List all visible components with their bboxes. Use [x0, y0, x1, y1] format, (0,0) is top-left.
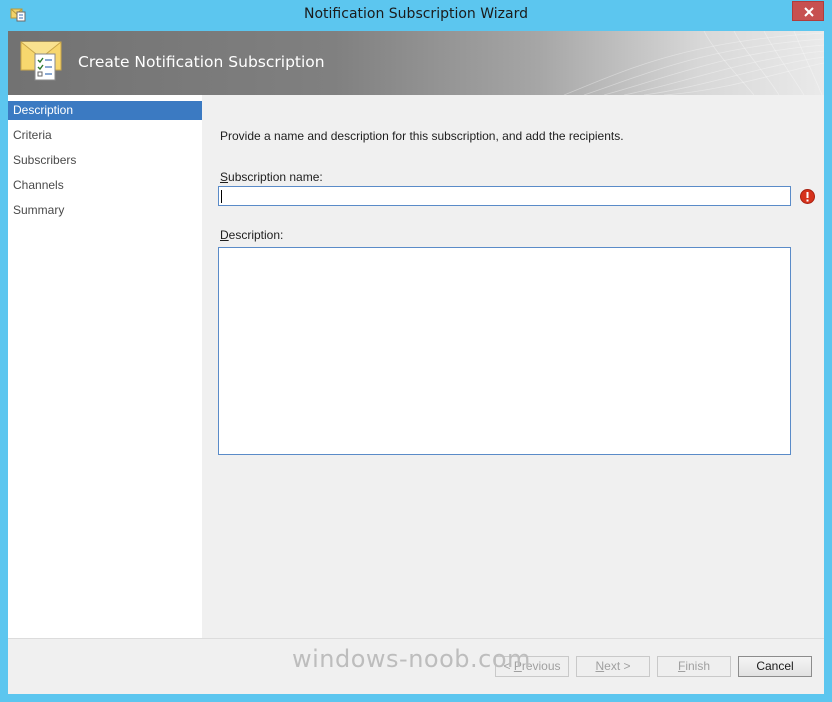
wizard-banner: Create Notification Subscription — [8, 31, 824, 95]
wizard-client-area: Create Notification Subscription Descrip… — [8, 31, 824, 694]
envelope-checklist-icon — [20, 40, 64, 86]
description-textarea[interactable] — [218, 247, 791, 455]
subscription-name-input[interactable] — [218, 186, 791, 206]
description-label: Description: — [220, 228, 283, 242]
watermark: windows-noob.com — [292, 645, 531, 673]
subscription-name-label-text: ubscription name: — [228, 170, 323, 184]
next-button-label: ext > — [604, 659, 631, 673]
wizard-steps-panel: Description Criteria Subscribers Channel… — [8, 95, 202, 638]
step-description[interactable]: Description — [8, 101, 202, 120]
intro-text: Provide a name and description for this … — [220, 129, 624, 143]
finish-button-label: inish — [685, 659, 711, 673]
subscription-name-label: Subscription name: — [220, 170, 323, 184]
next-button-accesskey: N — [595, 659, 605, 673]
step-criteria[interactable]: Criteria — [8, 126, 202, 145]
wizard-window: Notification Subscription Wizard Create … — [0, 0, 832, 702]
subscription-name-label-accesskey: S — [220, 170, 229, 184]
banner-decoration — [564, 31, 824, 95]
close-icon — [804, 7, 814, 17]
text-caret — [221, 190, 222, 203]
step-subscribers[interactable]: Subscribers — [8, 151, 202, 170]
finish-button[interactable]: Finish — [657, 656, 731, 677]
step-channels[interactable]: Channels — [8, 176, 202, 195]
window-title: Notification Subscription Wizard — [304, 6, 528, 22]
close-button[interactable] — [792, 1, 824, 21]
description-label-accesskey: D — [220, 228, 229, 242]
error-icon — [800, 189, 815, 204]
step-summary[interactable]: Summary — [8, 201, 202, 220]
description-label-text: escription: — [228, 228, 284, 242]
next-button[interactable]: Next > — [576, 656, 650, 677]
cancel-button[interactable]: Cancel — [738, 656, 812, 677]
banner-title: Create Notification Subscription — [78, 53, 325, 71]
wizard-content: Provide a name and description for this … — [202, 95, 824, 638]
title-bar: Notification Subscription Wizard — [0, 0, 832, 31]
